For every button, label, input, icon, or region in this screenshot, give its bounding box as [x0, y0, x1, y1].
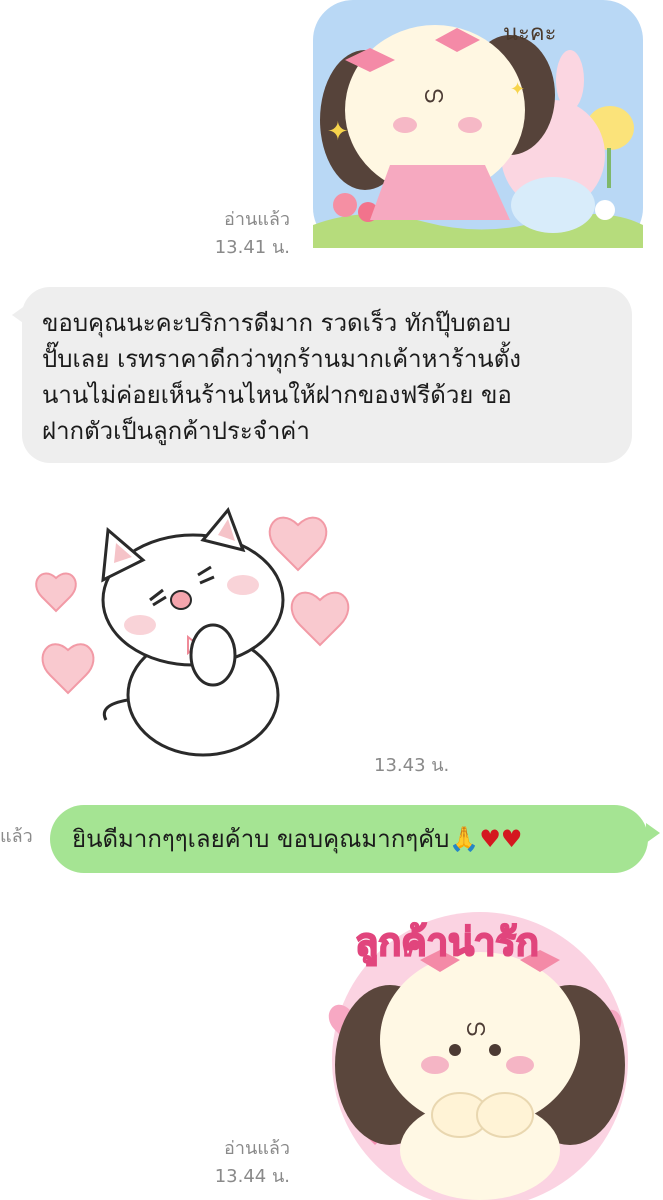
read-receipt: อ่านแล้ว 13.41 น.	[170, 207, 290, 261]
read-receipt: อ่านแล้ว 13.44 น.	[170, 1136, 290, 1190]
timestamp: 13.44 น.	[214, 1166, 290, 1187]
read-label-partial: แล้ว	[0, 826, 33, 847]
incoming-message-text: ขอบคุณนะคะบริการดีมาก รวดเร็ว ทักปุ๊บตอบ…	[42, 309, 522, 445]
timestamp: 13.41 น.	[214, 237, 290, 258]
outgoing-message-text: ยินดีมากๆๆเลยค้าบ ขอบคุณมากๆคับ🙏♥♥	[72, 821, 628, 857]
svg-text:✦: ✦	[327, 117, 349, 147]
timestamp: 13.43 น.	[374, 755, 450, 776]
read-label: อ่านแล้ว	[224, 209, 290, 230]
svg-text:ഗ: ഗ	[465, 1016, 486, 1041]
outgoing-message-bubble[interactable]: ยินดีมากๆๆเลยค้าบ ขอบคุณมากๆคับ🙏♥♥	[50, 805, 660, 873]
sticker-puppy-customer-cute[interactable]: ഗ ลูกค้าน่ารัก	[315, 900, 640, 1200]
svg-text:ഗ: ഗ	[423, 83, 444, 108]
heart-emoji-icon: ♥	[500, 825, 523, 853]
sticker-1-partial-text: นะคะ	[503, 21, 556, 46]
outgoing-text-body: ยินดีมากๆๆเลยค้าบ ขอบคุณมากๆคับ	[72, 825, 450, 853]
sticker-cat-hearts[interactable]	[28, 505, 358, 765]
read-label: อ่านแล้ว	[224, 1138, 290, 1159]
incoming-message-bubble[interactable]: ขอบคุณนะคะบริการดีมาก รวดเร็ว ทักปุ๊บตอบ…	[12, 287, 632, 463]
bubble-tail	[646, 823, 660, 843]
pray-emoji-icon: 🙏	[449, 825, 480, 853]
svg-text:✦: ✦	[510, 79, 525, 100]
heart-emoji-icon: ♥	[479, 825, 501, 853]
sticker-3-text: ลูกค้าน่ารัก	[355, 920, 539, 966]
sticker-bunny-girl-flowers[interactable]: ഗ ✦ ✦ นะคะ	[305, 0, 650, 255]
bubble-tail	[12, 305, 26, 325]
